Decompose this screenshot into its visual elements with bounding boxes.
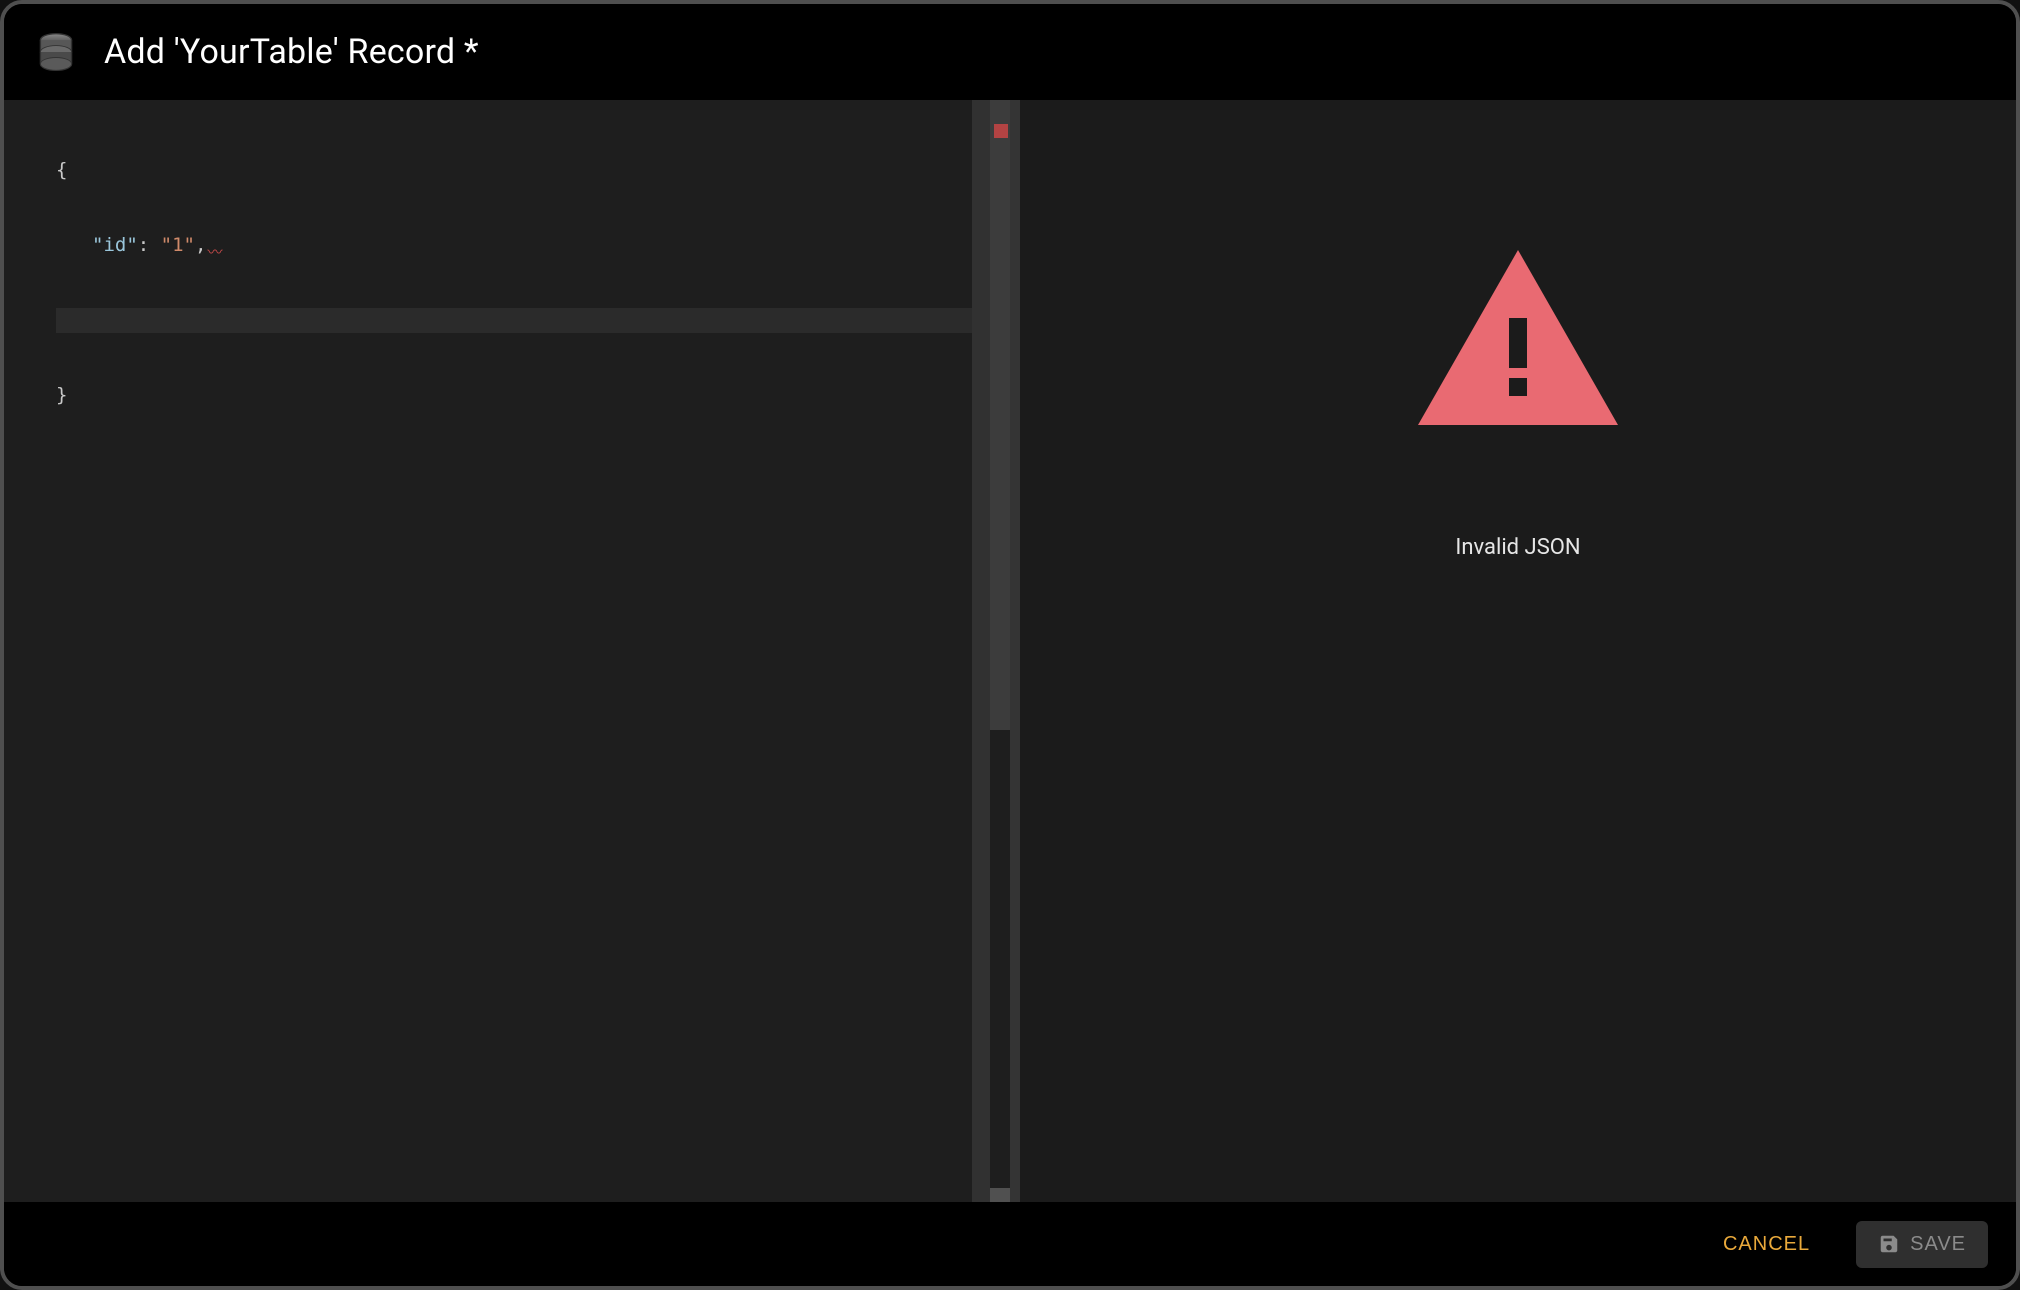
error-squiggle-icon: 〰 — [207, 240, 222, 265]
editor-gutter — [4, 100, 56, 1202]
cancel-button-label: CANCEL — [1723, 1233, 1810, 1256]
database-icon — [32, 28, 80, 76]
save-icon — [1878, 1233, 1900, 1255]
save-button[interactable]: SAVE — [1856, 1221, 1988, 1268]
minimap-viewport[interactable] — [990, 100, 1010, 730]
json-editor[interactable]: { "id": "1",〰 } — [4, 100, 1010, 1202]
validation-message: Invalid JSON — [1455, 535, 1580, 560]
editor-line-error[interactable] — [56, 308, 1010, 333]
dialog-title: Add 'YourTable' Record * — [104, 32, 479, 72]
editor-overview-ruler — [972, 100, 990, 1202]
editor-line[interactable]: "id": "1",〰 — [56, 233, 1010, 258]
brace-open: { — [56, 159, 67, 181]
editor-content[interactable]: { "id": "1",〰 } — [56, 100, 1010, 1202]
json-comma: , — [195, 234, 206, 256]
editor-minimap[interactable] — [990, 100, 1010, 1202]
json-colon: : — [138, 234, 161, 256]
json-key: "id" — [92, 234, 138, 256]
cancel-button[interactable]: CANCEL — [1705, 1223, 1828, 1266]
editor-line[interactable]: { — [56, 158, 1010, 183]
editor-line[interactable]: } — [56, 383, 1010, 408]
minimap-error-marker-icon — [994, 124, 1008, 138]
dialog-header: Add 'YourTable' Record * — [4, 4, 2016, 100]
warning-icon — [1418, 250, 1618, 425]
dialog-body: { "id": "1",〰 } Invalid JSON — [4, 100, 2016, 1202]
dialog-add-record: Add 'YourTable' Record * { "id": "1",〰 } — [0, 0, 2020, 1290]
minimap-bottom-marker — [990, 1188, 1010, 1202]
dialog-footer: CANCEL SAVE — [4, 1202, 2016, 1286]
splitter-handle[interactable] — [1010, 100, 1020, 1202]
json-string: "1" — [161, 234, 195, 256]
brace-close: } — [56, 384, 67, 406]
save-button-label: SAVE — [1910, 1233, 1966, 1256]
preview-pane: Invalid JSON — [1020, 100, 2016, 1202]
